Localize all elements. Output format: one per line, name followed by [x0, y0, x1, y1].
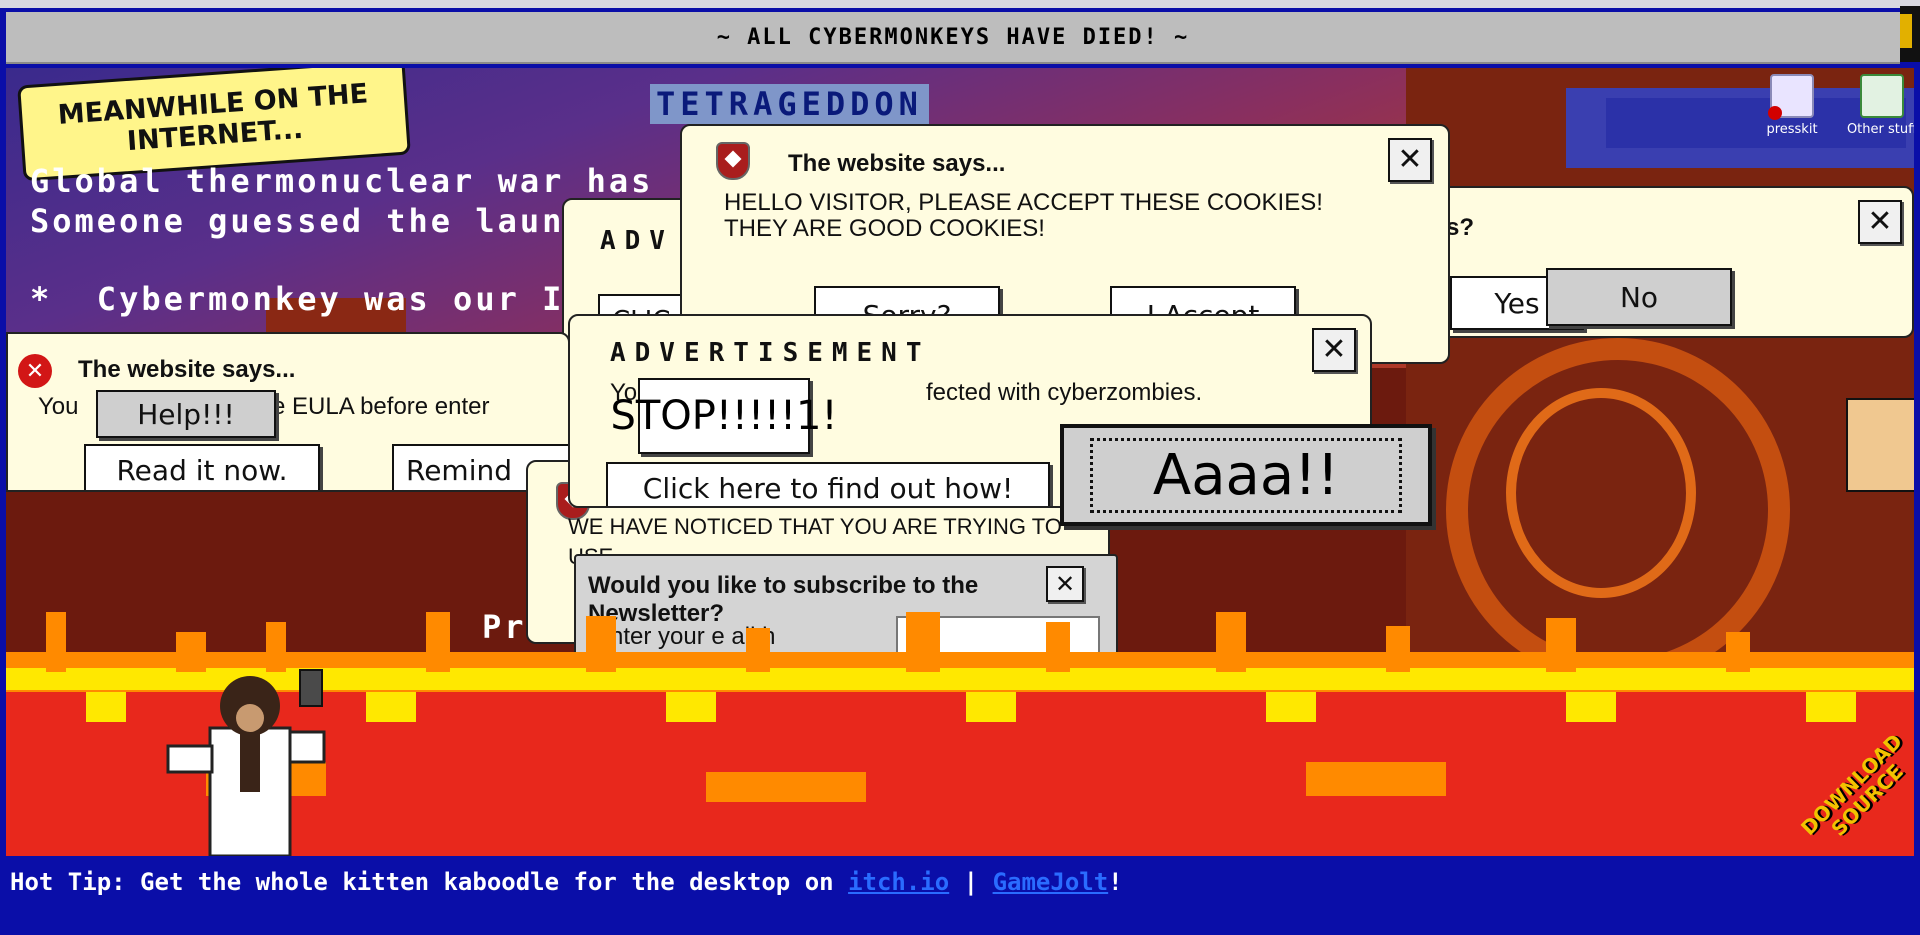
hot-tip-footer: Hot Tip: Get the whole kitten kaboodle f… — [10, 868, 1123, 896]
help-button[interactable]: Help!!! — [96, 390, 276, 438]
eula-dialog: ✕ The website says... You d the EULA bef… — [6, 332, 570, 492]
close-button[interactable]: ✕ — [1312, 328, 1356, 372]
folder-icon — [1768, 74, 1814, 120]
close-icon: ✕ — [1397, 142, 1423, 177]
error-icon: ✕ — [18, 354, 52, 388]
close-icon: ✕ — [1321, 332, 1347, 367]
close-icon: ✕ — [1054, 570, 1076, 598]
desktop-icon-label: presskit — [1766, 122, 1818, 137]
itch-io-link[interactable]: itch.io — [848, 868, 949, 896]
tetrageddon-logo: TETRAGEDDON — [650, 84, 929, 124]
recycle-bin-icon — [1860, 74, 1904, 118]
desktop-icon-presskit[interactable]: presskit — [1752, 74, 1832, 137]
desktop-icon-other-stuff[interactable]: Other stuff — [1842, 74, 1914, 137]
no-button[interactable]: No — [1546, 268, 1732, 326]
stop-button[interactable]: STOP!!!!!1! — [610, 378, 838, 454]
rubble-ring-inner — [1506, 388, 1696, 598]
gamejolt-link[interactable]: GameJolt — [993, 868, 1109, 896]
corner-decoration — [1900, 6, 1920, 62]
window-title-bar: ~ ALL CYBERMONKEYS HAVE DIED! ~ — [6, 12, 1900, 64]
aaaa-button[interactable]: Aaaa!! — [1060, 424, 1432, 526]
news-line-3: * Cybermonkey was our I — [30, 280, 565, 318]
desktop-icon-label: Other stuff — [1846, 122, 1914, 137]
top-border — [0, 0, 1920, 8]
close-button[interactable]: ✕ — [1858, 200, 1902, 244]
close-button[interactable]: ✕ — [1046, 566, 1084, 602]
cybermonkey-character — [150, 668, 340, 858]
shield-icon — [716, 142, 750, 180]
click-here-button[interactable]: Click here to find out how! — [606, 462, 1050, 506]
confirm-dialog: s? ✕ Yes No — [1436, 186, 1914, 338]
news-line-2: Someone guessed the laun — [30, 202, 565, 240]
read-it-now-button[interactable]: Read it now. — [84, 444, 320, 490]
close-icon: ✕ — [1867, 204, 1893, 239]
offscreen-dialog-edge — [1846, 398, 1914, 492]
close-button[interactable]: ✕ — [1388, 138, 1432, 182]
window-title: ~ ALL CYBERMONKEYS HAVE DIED! ~ — [716, 24, 1190, 50]
news-line-1: Global thermonuclear war has — [30, 162, 654, 200]
